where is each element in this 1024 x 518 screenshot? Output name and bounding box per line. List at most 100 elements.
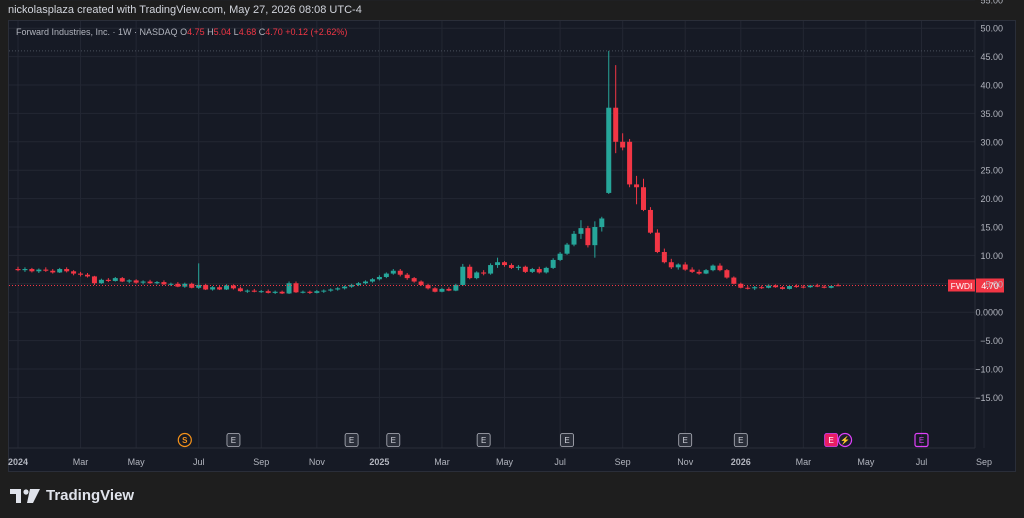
candle-body	[522, 266, 528, 272]
candle-body	[383, 273, 389, 277]
candle	[383, 272, 389, 279]
candle	[467, 264, 473, 280]
earnings-marker[interactable]: ⚡	[837, 432, 853, 448]
candle	[536, 266, 542, 274]
candle-body	[251, 290, 257, 292]
candle-body	[335, 288, 341, 290]
candle	[578, 220, 584, 239]
brand-name: TradingView	[46, 487, 135, 504]
dividend-marker[interactable]: S	[177, 432, 192, 448]
candle-body	[210, 287, 216, 290]
x-tick-label: Sep	[976, 457, 992, 467]
earnings-marker[interactable]: E	[476, 433, 491, 447]
candle-body	[314, 291, 320, 293]
candle-body	[661, 251, 667, 263]
candle-body	[800, 286, 806, 288]
candle-body	[620, 141, 626, 148]
candle	[641, 178, 646, 212]
candle-body	[724, 270, 730, 278]
candle-body	[828, 286, 834, 288]
candle-body	[244, 290, 250, 292]
candle	[488, 263, 494, 275]
close-value: 4.70	[265, 27, 283, 37]
earnings-marker[interactable]: E	[914, 432, 929, 448]
y-tick-label: 15.00	[980, 223, 1003, 233]
candle	[210, 286, 216, 291]
candle-body	[265, 291, 271, 293]
candle-body	[550, 259, 556, 268]
candle-body	[286, 283, 292, 294]
svg-text:S: S	[182, 436, 188, 445]
candle-body	[140, 281, 146, 283]
candle-body	[411, 278, 417, 282]
candle-body	[529, 269, 535, 272]
candle	[126, 279, 132, 284]
candle-body	[439, 288, 445, 292]
earnings-marker[interactable]: E	[824, 433, 839, 447]
candle	[314, 290, 320, 294]
candle	[258, 290, 264, 293]
candle	[175, 282, 181, 288]
candle-body	[78, 273, 84, 275]
candle-body	[460, 266, 466, 285]
candle-body	[356, 283, 362, 285]
earnings-marker[interactable]: E	[678, 433, 693, 447]
earnings-marker[interactable]: E	[386, 433, 401, 447]
candle	[724, 269, 730, 279]
candle-body	[759, 287, 765, 289]
x-tick-label: Mar	[73, 457, 89, 467]
candle	[71, 270, 77, 276]
candle	[703, 269, 709, 275]
x-tick-label: Mar	[434, 457, 450, 467]
y-tick-label: 45.00	[980, 52, 1003, 62]
candle	[57, 267, 63, 274]
candle-body	[237, 288, 243, 292]
candle	[752, 286, 758, 291]
earnings-marker[interactable]: E	[226, 433, 241, 447]
candle-body	[432, 288, 438, 292]
candle	[98, 278, 104, 284]
candle	[780, 286, 785, 290]
tradingview-logo[interactable]: TradingView	[10, 487, 134, 504]
candle	[418, 280, 424, 287]
x-tick-label: Nov	[677, 457, 694, 467]
candle	[78, 271, 84, 277]
x-tick-label: Nov	[309, 457, 326, 467]
candle	[529, 267, 535, 274]
candle	[446, 287, 452, 292]
candle-body	[495, 262, 501, 266]
candle	[550, 258, 556, 270]
candle	[432, 287, 438, 293]
candle-body	[217, 287, 223, 290]
candle	[133, 279, 139, 284]
candle-body	[738, 283, 744, 288]
open-value: 4.75	[187, 27, 205, 37]
candle-body	[585, 228, 591, 246]
earnings-marker[interactable]: E	[733, 433, 748, 447]
candle-body	[168, 283, 174, 285]
price-axis: 55.00 50.00 45.00 40.00 35.00 30.00 25.00 20.00…	[975, 0, 1003, 403]
candle	[342, 285, 348, 290]
y-tick-label: 40.00	[980, 81, 1003, 91]
candle	[613, 65, 619, 154]
candle-body	[641, 187, 646, 210]
candle	[147, 279, 153, 284]
candle	[321, 289, 327, 293]
price-chart[interactable]: FWDI 4.70 55.00 50.00 45.00 40.00 35.00 30.00 2…	[0, 0, 1024, 472]
candle	[474, 271, 480, 280]
svg-text:E: E	[683, 436, 688, 445]
candle	[112, 276, 118, 282]
candle	[522, 265, 528, 274]
event-markers: S E E E E E E E E ⚡ E	[177, 432, 929, 448]
x-tick-label: 2024	[8, 457, 28, 467]
high-value: 5.04	[213, 27, 232, 37]
earnings-marker[interactable]: E	[560, 433, 574, 447]
candle	[793, 284, 799, 288]
candle-body	[502, 262, 507, 266]
candle	[43, 267, 49, 272]
candle	[411, 276, 417, 283]
candle-body	[328, 289, 334, 291]
candle	[286, 281, 292, 295]
candle-body	[515, 266, 521, 268]
earnings-marker[interactable]: E	[344, 433, 359, 447]
